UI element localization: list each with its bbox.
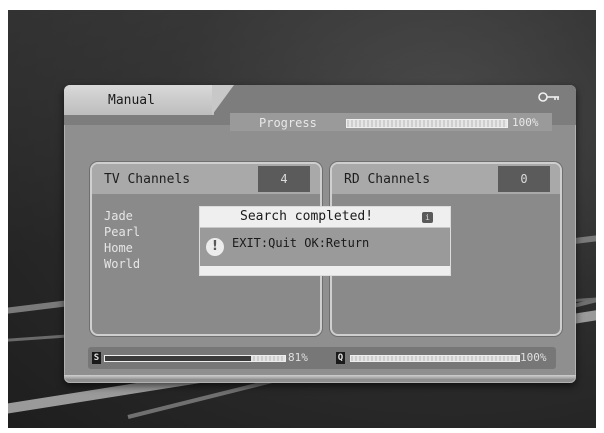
channel-item[interactable]: Jade [104, 208, 140, 224]
signal-quality-fill [351, 356, 519, 361]
progress-label: Progress [259, 116, 317, 130]
panel-title: Manual [108, 93, 155, 108]
dialog-title: Search completed! [240, 209, 374, 224]
dialog-body: ! EXIT:Quit OK:Return [200, 227, 450, 266]
dialog-info-icon: i [422, 212, 433, 223]
search-completed-dialog: Search completed! i ! EXIT:Quit OK:Retur… [199, 206, 451, 276]
rd-channels-label: RD Channels [344, 172, 431, 187]
signal-quality-icon: Q [336, 352, 345, 364]
channel-item[interactable]: World [104, 256, 140, 272]
channel-item[interactable]: Pearl [104, 224, 140, 240]
channel-item[interactable]: Home [104, 240, 140, 256]
signal-strength-icon: S [92, 352, 101, 364]
signal-bar: S 81% Q 100% [88, 347, 556, 369]
scan-progress-bar [346, 119, 508, 128]
signal-quality-bar [350, 355, 520, 362]
signal-strength-fill [105, 356, 251, 361]
tv-channels-label: TV Channels [104, 172, 191, 187]
tv-screen: Manual Progress 100% TV Channels 4 Jade … [8, 10, 596, 428]
dialog-title-bar: Search completed! i [200, 207, 450, 228]
dialog-message[interactable]: EXIT:Quit OK:Return [232, 236, 369, 250]
warning-icon: ! [206, 238, 224, 256]
tv-channels-header: TV Channels 4 [92, 164, 320, 194]
scan-progress-fill [347, 120, 507, 127]
manual-tab-slant [212, 85, 234, 115]
panel-bottom-rule [64, 375, 576, 379]
key-icon [538, 92, 559, 102]
rd-channels-count: 0 [498, 166, 550, 192]
dialog-footer [200, 266, 450, 275]
signal-strength-value: 81% [288, 351, 308, 364]
signal-quality-value: 100% [520, 351, 547, 364]
rd-channels-header: RD Channels 0 [332, 164, 560, 194]
progress-value: 100% [512, 116, 539, 129]
tv-channel-list: Jade Pearl Home World [104, 208, 140, 272]
tv-channels-count: 4 [258, 166, 310, 192]
signal-strength-bar [104, 355, 286, 362]
